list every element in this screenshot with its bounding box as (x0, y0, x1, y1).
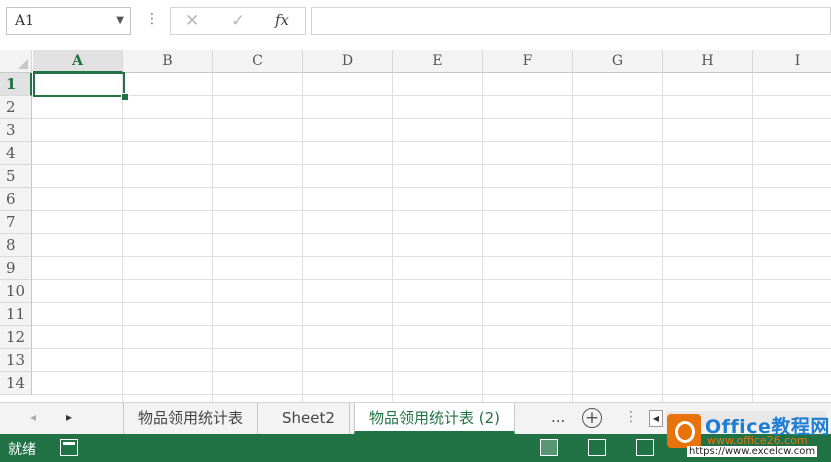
page-layout-view-icon[interactable] (588, 439, 606, 456)
column-header-d[interactable]: D (303, 50, 393, 73)
column-header-e[interactable]: E (393, 50, 483, 73)
formula-bar: A1 ▼ ⋮ ✕ ✓ fx (0, 0, 831, 46)
grid-row-line (32, 394, 831, 395)
row-header-9[interactable]: 9 (0, 257, 32, 280)
add-sheet-button[interactable]: + (582, 408, 602, 428)
check-icon[interactable]: ✓ (231, 11, 245, 31)
sheet-tab-3[interactable]: 物品领用统计表 (2) (354, 403, 516, 434)
row-header-6[interactable]: 6 (0, 188, 32, 211)
worksheet-grid[interactable]: ABCDEFGHI 1 2 3 4 5 6 7 8 9 10 11 12 13 14 (0, 50, 831, 402)
row-header-2[interactable]: 2 (0, 96, 32, 119)
grid-column-line (662, 73, 663, 402)
page-break-view-icon[interactable] (636, 439, 654, 456)
sheet-tab-1[interactable]: 物品领用统计表 (123, 403, 259, 434)
column-header-a[interactable]: A (33, 50, 123, 73)
active-cell-selection[interactable] (33, 72, 125, 97)
grid-row-line (32, 371, 831, 372)
column-header-f[interactable]: F (483, 50, 573, 73)
name-box[interactable]: A1 ▼ (6, 7, 131, 35)
cancel-icon[interactable]: ✕ (185, 11, 199, 31)
row-header-1[interactable]: 1 (0, 73, 32, 96)
column-header-i[interactable]: I (753, 50, 831, 73)
select-all-corner[interactable] (0, 50, 32, 73)
column-header-h[interactable]: H (663, 50, 753, 73)
grid-row-line (32, 187, 831, 188)
formula-input[interactable] (311, 7, 831, 35)
column-header-c[interactable]: C (213, 50, 303, 73)
sheet-tab-2[interactable]: Sheet2 (268, 403, 350, 434)
grid-column-line (212, 73, 213, 402)
grid-row-line (32, 95, 831, 96)
grid-column-line (572, 73, 573, 402)
row-header-4[interactable]: 4 (0, 142, 32, 165)
grid-row-line (32, 141, 831, 142)
grid-row-line (32, 325, 831, 326)
grid-column-line (392, 73, 393, 402)
grid-column-line (752, 73, 753, 402)
row-header-14[interactable]: 14 (0, 372, 32, 395)
watermark-url-secondary: https://www.excelcw.com (687, 446, 818, 457)
row-header-12[interactable]: 12 (0, 326, 32, 349)
grid-row-line (32, 164, 831, 165)
grid-column-line (482, 73, 483, 402)
grid-row-line (32, 256, 831, 257)
scroll-left-icon[interactable]: ◀ (649, 410, 663, 427)
grid-row-line (32, 118, 831, 119)
column-header-b[interactable]: B (123, 50, 213, 73)
grid-row-line (32, 279, 831, 280)
row-header-11[interactable]: 11 (0, 303, 32, 326)
name-box-value: A1 (15, 13, 35, 29)
normal-view-icon[interactable] (540, 439, 558, 456)
row-header-10[interactable]: 10 (0, 280, 32, 303)
grid-column-line (122, 73, 123, 402)
insert-function-icon[interactable]: fx (275, 11, 289, 29)
row-header-7[interactable]: 7 (0, 211, 32, 234)
grid-column-line (302, 73, 303, 402)
grid-row-line (32, 348, 831, 349)
row-header-8[interactable]: 8 (0, 234, 32, 257)
tab-next-icon[interactable]: ▸ (66, 410, 72, 424)
tab-prev-icon[interactable]: ◂ (30, 410, 36, 424)
column-header-g[interactable]: G (573, 50, 663, 73)
tab-splitter[interactable]: ⋮ (624, 409, 638, 425)
row-header-5[interactable]: 5 (0, 165, 32, 188)
calculator-icon[interactable] (60, 439, 78, 456)
grid-row-line (32, 233, 831, 234)
status-mode: 就绪 (8, 442, 36, 458)
row-header-13[interactable]: 13 (0, 349, 32, 372)
grid-row-line (32, 302, 831, 303)
chevron-down-icon[interactable]: ▼ (116, 8, 124, 34)
formula-buttons: ✕ ✓ fx (170, 7, 306, 35)
site-watermark: Office教程网 www.office26.com https://www.e… (667, 412, 831, 460)
fill-handle[interactable] (121, 93, 129, 101)
office-logo-icon (667, 414, 701, 448)
grid-row-line (32, 210, 831, 211)
more-sheets-button[interactable]: ... (551, 408, 565, 426)
row-header-3[interactable]: 3 (0, 119, 32, 142)
more-options-icon[interactable]: ⋮ (145, 11, 159, 27)
